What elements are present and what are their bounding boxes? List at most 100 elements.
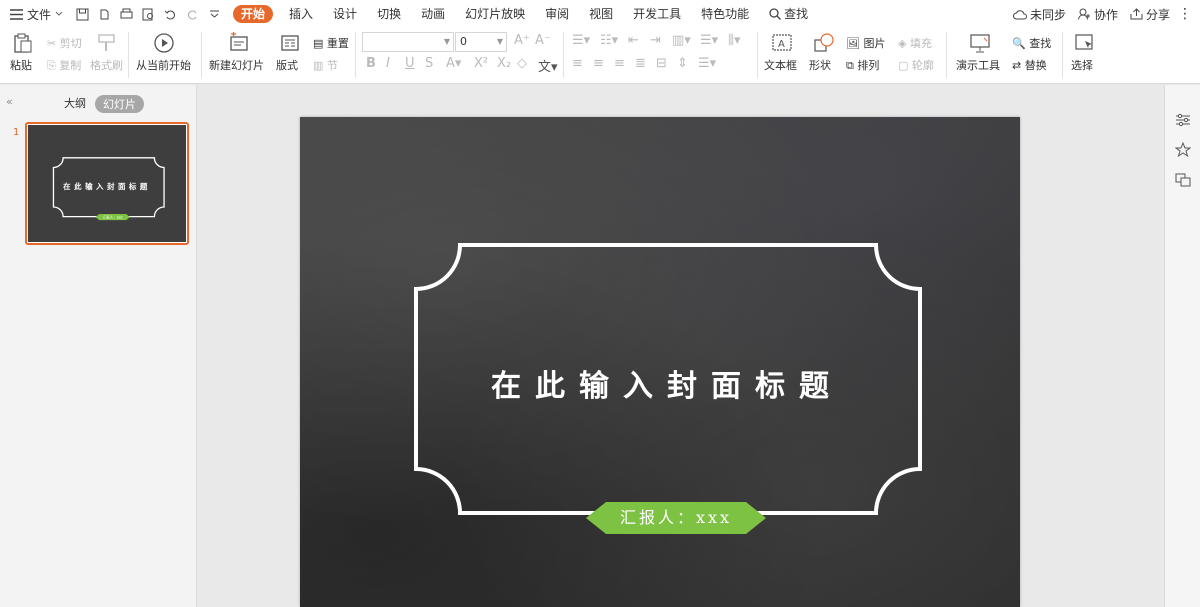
line-spacing-icon[interactable]: ☰▾ <box>700 33 718 48</box>
file-menu[interactable]: 文件 <box>0 0 69 28</box>
columns-icon[interactable]: ▥▾ <box>672 33 691 48</box>
superscript-icon[interactable]: X² <box>474 56 488 71</box>
share-button[interactable]: 分享 <box>1130 6 1170 23</box>
align-right-icon[interactable]: ≡ <box>614 56 625 71</box>
undo-icon[interactable] <box>163 7 177 21</box>
fill-label: 填充 <box>909 37 932 50</box>
play-from-current-icon[interactable] <box>153 32 175 54</box>
tab-design[interactable]: 设计 <box>323 0 367 28</box>
collaborate-button[interactable]: 协作 <box>1077 6 1118 23</box>
redo-icon[interactable] <box>185 7 199 21</box>
section-button[interactable]: ▥ 节 <box>313 57 338 73</box>
clear-format-icon[interactable]: ◇ <box>517 56 527 71</box>
tab-home[interactable]: 开始 <box>233 5 274 23</box>
arrange-button[interactable]: ⧉ 排列 <box>846 57 879 73</box>
new-slide-icon[interactable] <box>228 32 250 54</box>
tab-outline[interactable]: 大纲 <box>64 95 86 111</box>
font-size-select[interactable]: 0 ▼ <box>455 32 507 52</box>
paste-icon[interactable] <box>12 32 34 54</box>
increase-font-icon[interactable]: A⁺ <box>514 33 530 48</box>
distribute-icon[interactable]: ⊟ <box>656 56 667 71</box>
more-options-icon[interactable]: ⋮ <box>1178 6 1192 22</box>
tab-slides[interactable]: 幻灯片 <box>95 95 144 113</box>
strikethrough-icon[interactable]: S <box>425 56 433 71</box>
ribbon-separator <box>757 32 758 78</box>
font-color-icon[interactable]: A▾ <box>446 56 461 71</box>
font-name-select[interactable]: ▼ <box>362 32 454 52</box>
select-button[interactable]: 选择 <box>1071 57 1093 73</box>
tab-review[interactable]: 审阅 <box>535 0 579 28</box>
align-left-icon[interactable]: ≡ <box>572 56 583 71</box>
fill-button[interactable]: ◈ 填充 <box>898 35 932 51</box>
cut-button[interactable]: ✂ 剪切 <box>47 35 82 51</box>
replace-button[interactable]: ⇄ 替换 <box>1012 57 1047 73</box>
tab-slideshow[interactable]: 幻灯片放映 <box>455 0 535 28</box>
italic-icon[interactable]: I <box>386 56 390 71</box>
format-painter-icon[interactable] <box>96 32 118 54</box>
layout-button[interactable]: 版式 <box>276 57 298 73</box>
bullet-list-icon[interactable]: ☰▾ <box>572 33 590 48</box>
sync-status-label: 未同步 <box>1029 7 1066 22</box>
tab-transition[interactable]: 切换 <box>367 0 411 28</box>
reset-label: 重置 <box>326 37 349 50</box>
increase-indent-icon[interactable]: ⇥ <box>650 33 661 48</box>
layout-icon[interactable] <box>279 32 301 54</box>
justify-icon[interactable]: ≣ <box>635 56 646 71</box>
find-button[interactable]: 🔍 查找 <box>1012 35 1051 51</box>
text-box-align-icon[interactable]: ☰▾ <box>698 56 716 71</box>
picture-button[interactable]: 🖼 图片 <box>846 35 885 51</box>
vertical-align-icon[interactable]: ⇕ <box>677 56 688 71</box>
shape-button[interactable]: 形状 <box>809 57 831 73</box>
print-icon[interactable] <box>119 7 133 21</box>
change-case-icon[interactable]: 文▾ <box>538 56 558 75</box>
subscript-icon[interactable]: X₂ <box>497 56 511 71</box>
search-command[interactable]: 查找 <box>759 0 818 28</box>
slide-panel: « 大纲 幻灯片 1 在此输入封面标题 汇报人：xxx <box>0 85 197 607</box>
slide[interactable]: 在此输入封面标题 汇报人：xxx <box>300 117 1020 607</box>
copy-button[interactable]: ⎘ 复制 <box>47 57 81 73</box>
numbered-list-icon[interactable]: ☷▾ <box>600 33 618 48</box>
shape-icon[interactable] <box>813 32 835 54</box>
properties-icon[interactable] <box>1175 112 1191 128</box>
print-preview-icon[interactable] <box>141 7 155 21</box>
from-current-button[interactable]: 从当前开始 <box>136 57 191 73</box>
tab-view[interactable]: 视图 <box>579 0 623 28</box>
reset-button[interactable]: ▤ 重置 <box>313 35 349 51</box>
underline-icon[interactable]: U <box>405 56 415 71</box>
outline-button[interactable]: ▢ 轮廓 <box>898 57 934 73</box>
tab-developer[interactable]: 开发工具 <box>623 0 691 28</box>
share-label: 分享 <box>1145 7 1170 22</box>
textbox-button[interactable]: 文本框 <box>764 57 797 73</box>
new-slide-button[interactable]: 新建幻灯片 <box>209 57 264 73</box>
presentation-tools-button[interactable]: 演示工具 <box>956 57 1000 73</box>
reporter-label[interactable]: 汇报人：xxx <box>586 501 766 535</box>
align-center-icon[interactable]: ≡ <box>593 56 604 71</box>
decrease-indent-icon[interactable]: ⇤ <box>628 33 639 48</box>
presentation-tools-icon[interactable] <box>969 32 991 54</box>
slide-title[interactable]: 在此输入封面标题 <box>300 361 1020 405</box>
ribbon-separator <box>1062 32 1063 78</box>
replace-label: 替换 <box>1024 59 1047 72</box>
tab-animation[interactable]: 动画 <box>411 0 455 28</box>
bold-icon[interactable]: B <box>366 56 376 71</box>
paste-button[interactable]: 粘贴 <box>10 57 32 73</box>
collapse-panel-icon[interactable]: « <box>6 95 13 108</box>
menu-bar: 文件 开始 插入 设计 切换 动画 幻灯片放映 审阅 视图 开发工具 特色功能 … <box>0 0 1200 28</box>
file-menu-label: 文件 <box>27 7 52 22</box>
slide-transition-icon[interactable] <box>1175 172 1191 188</box>
tab-special-features[interactable]: 特色功能 <box>691 0 759 28</box>
slide-thumbnail[interactable]: 在此输入封面标题 汇报人：xxx <box>25 122 189 245</box>
textbox-icon[interactable]: A <box>771 32 793 54</box>
text-direction-icon[interactable]: ⫼▾ <box>728 33 741 48</box>
decrease-font-icon[interactable]: A⁻ <box>535 33 551 48</box>
format-painter-button[interactable]: 格式刷 <box>90 57 123 73</box>
ribbon-separator <box>201 32 202 78</box>
select-icon[interactable] <box>1074 32 1096 54</box>
export-pdf-icon[interactable] <box>97 7 111 21</box>
tab-insert[interactable]: 插入 <box>279 0 323 28</box>
sync-status[interactable]: 未同步 <box>1013 6 1066 23</box>
save-icon[interactable] <box>75 7 89 21</box>
animation-star-icon[interactable] <box>1175 142 1191 158</box>
customize-toolbar-icon[interactable] <box>207 7 221 21</box>
menu-bar-right: 未同步 协作 分享 ⋮ <box>1013 0 1200 28</box>
